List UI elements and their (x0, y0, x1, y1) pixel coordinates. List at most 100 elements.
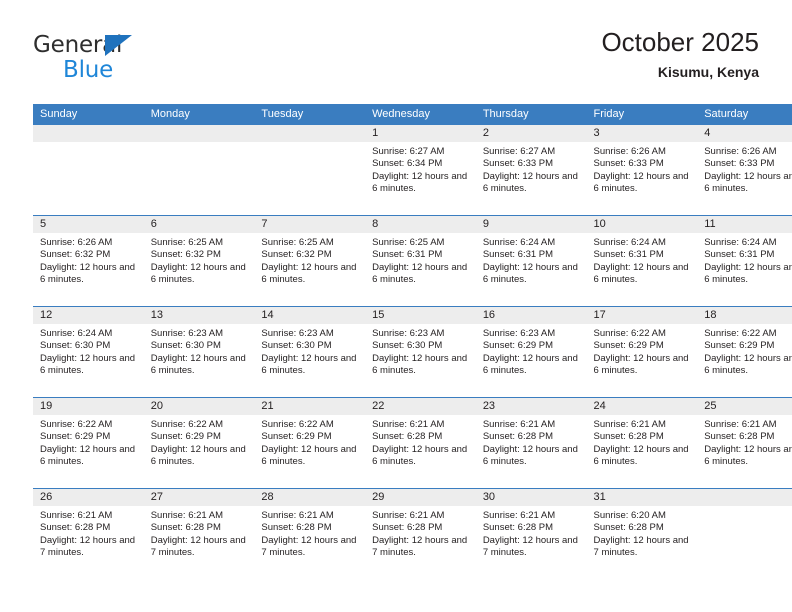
day-details: Sunrise: 6:22 AM Sunset: 6:29 PM Daylight:… (144, 415, 255, 469)
calendar-cell-day[interactable]: 13 Sunrise: 6:23 AM Sunset: 6:30 PM Dayligh… (143, 306, 255, 398)
daylight-text: Daylight: 12 hours and 7 minutes. (40, 534, 136, 559)
daylight-text: Daylight: 12 hours and 6 minutes. (593, 261, 689, 286)
day-details: Sunrise: 6:27 AM Sunset: 6:33 PM Daylight:… (476, 142, 587, 196)
calendar-cell-empty (33, 125, 144, 216)
day-box: 16 Sunrise: 6:23 AM Sunset: 6:29 PM Dayligh… (475, 307, 587, 397)
day-details: Sunrise: 6:20 AM Sunset: 6:28 PM Daylight:… (587, 506, 698, 560)
weekday-header-sunday: Sunday (33, 104, 144, 125)
weekday-header-tuesday: Tuesday (254, 104, 366, 125)
sunset-text: Sunset: 6:32 PM (150, 249, 221, 261)
calendar-cell-day[interactable]: 15 Sunrise: 6:23 AM Sunset: 6:30 PM Dayligh… (365, 306, 476, 398)
sunrise-text: Sunrise: 6:24 AM (482, 237, 556, 248)
day-box: 5 Sunrise: 6:26 AM Sunset: 6:32 PM Daylight… (33, 216, 144, 306)
day-details: Sunrise: 6:24 AM Sunset: 6:31 PM Daylight:… (587, 233, 698, 287)
calendar-cell-day[interactable]: 14 Sunrise: 6:23 AM Sunset: 6:30 PM Dayligh… (254, 306, 366, 398)
calendar-cell-day[interactable]: 24 Sunrise: 6:21 AM Sunset: 6:28 PM Dayligh… (586, 397, 698, 489)
calendar-week-row: 12 Sunrise: 6:24 AM Sunset: 6:30 PM Dayligh… (33, 306, 792, 398)
daylight-text: Daylight: 12 hours and 6 minutes. (593, 443, 689, 468)
sunrise-text: Sunrise: 6:24 AM (40, 328, 113, 339)
day-box: 22 Sunrise: 6:21 AM Sunset: 6:28 PM Dayligh… (365, 398, 476, 488)
day-number (33, 125, 144, 142)
day-box: 25 Sunrise: 6:21 AM Sunset: 6:28 PM Dayligh… (697, 398, 792, 488)
daylight-text: Daylight: 12 hours and 6 minutes. (150, 261, 246, 286)
day-details: Sunrise: 6:21 AM Sunset: 6:28 PM Daylight:… (587, 415, 698, 469)
day-number: 11 (697, 216, 792, 233)
page-subtitle-location: Kisumu, Kenya (657, 64, 759, 80)
day-details: Sunrise: 6:26 AM Sunset: 6:33 PM Daylight:… (587, 142, 698, 196)
day-details: Sunrise: 6:22 AM Sunset: 6:29 PM Daylight:… (587, 324, 698, 378)
calendar-cell-day[interactable]: 9 Sunrise: 6:24 AM Sunset: 6:31 PM Daylight… (475, 215, 587, 307)
day-box: 27 Sunrise: 6:21 AM Sunset: 6:28 PM Dayligh… (143, 489, 255, 579)
daylight-text: Daylight: 12 hours and 7 minutes. (261, 534, 357, 559)
calendar-cell-day[interactable]: 19 Sunrise: 6:22 AM Sunset: 6:29 PM Dayligh… (33, 397, 144, 489)
calendar-cell-day[interactable]: 20 Sunrise: 6:22 AM Sunset: 6:29 PM Dayligh… (143, 397, 255, 489)
day-number: 29 (365, 489, 476, 506)
calendar-cell-day[interactable]: 29 Sunrise: 6:21 AM Sunset: 6:28 PM Dayligh… (365, 488, 476, 579)
calendar-table: Sunday Monday Tuesday Wednesday Thursday Frid… (33, 104, 792, 579)
sunset-text: Sunset: 6:33 PM (704, 158, 775, 170)
sunrise-text: Sunrise: 6:26 AM (40, 237, 113, 248)
day-number: 9 (475, 216, 587, 233)
calendar-body: 1 Sunrise: 6:27 AM Sunset: 6:34 PM Daylight… (33, 125, 792, 579)
calendar-cell-day[interactable]: 17 Sunrise: 6:22 AM Sunset: 6:29 PM Dayligh… (586, 306, 698, 398)
calendar-cell-day[interactable]: 22 Sunrise: 6:21 AM Sunset: 6:28 PM Dayligh… (365, 397, 476, 489)
sunrise-text: Sunrise: 6:20 AM (593, 510, 666, 521)
calendar-cell-day[interactable]: 4 Sunrise: 6:26 AM Sunset: 6:33 PM Daylight… (697, 125, 792, 216)
sunset-text: Sunset: 6:30 PM (372, 340, 443, 352)
calendar-cell-day[interactable]: 8 Sunrise: 6:25 AM Sunset: 6:31 PM Daylight… (365, 215, 476, 307)
calendar-cell-day[interactable]: 2 Sunrise: 6:27 AM Sunset: 6:33 PM Daylight… (475, 125, 587, 216)
sunrise-text: Sunrise: 6:21 AM (372, 419, 445, 430)
sunset-text: Sunset: 6:30 PM (150, 340, 221, 352)
calendar-cell-day[interactable]: 23 Sunrise: 6:21 AM Sunset: 6:28 PM Dayligh… (475, 397, 587, 489)
calendar-cell-day[interactable]: 11 Sunrise: 6:24 AM Sunset: 6:31 PM Dayligh… (697, 215, 792, 307)
calendar-cell-day[interactable]: 28 Sunrise: 6:21 AM Sunset: 6:28 PM Dayligh… (254, 488, 366, 579)
calendar-cell-day[interactable]: 16 Sunrise: 6:23 AM Sunset: 6:29 PM Dayligh… (475, 306, 587, 398)
calendar-cell-day[interactable]: 27 Sunrise: 6:21 AM Sunset: 6:28 PM Dayligh… (143, 488, 255, 579)
sunset-text: Sunset: 6:32 PM (40, 249, 111, 261)
daylight-text: Daylight: 12 hours and 6 minutes. (593, 352, 689, 377)
day-number: 19 (33, 398, 144, 415)
day-number: 25 (697, 398, 792, 415)
calendar-cell-day[interactable]: 10 Sunrise: 6:24 AM Sunset: 6:31 PM Dayligh… (586, 215, 698, 307)
sunrise-text: Sunrise: 6:23 AM (150, 328, 224, 339)
day-number: 3 (586, 125, 698, 142)
calendar-cell-day[interactable]: 31 Sunrise: 6:20 AM Sunset: 6:28 PM Dayligh… (586, 488, 698, 579)
day-number: 27 (143, 489, 255, 506)
title-block: October 2025 Kisumu, Kenya (601, 26, 759, 81)
day-box: 14 Sunrise: 6:23 AM Sunset: 6:30 PM Dayligh… (254, 307, 366, 397)
sunrise-text: Sunrise: 6:23 AM (482, 328, 556, 339)
daylight-text: Daylight: 12 hours and 6 minutes. (150, 443, 246, 468)
day-number: 6 (143, 216, 255, 233)
calendar-cell-day[interactable]: 1 Sunrise: 6:27 AM Sunset: 6:34 PM Daylight… (365, 125, 476, 216)
calendar-cell-day[interactable]: 26 Sunrise: 6:21 AM Sunset: 6:28 PM Dayligh… (33, 488, 144, 579)
daylight-text: Daylight: 12 hours and 6 minutes. (40, 352, 136, 377)
calendar-cell-day[interactable]: 30 Sunrise: 6:21 AM Sunset: 6:28 PM Dayligh… (475, 488, 587, 579)
sunrise-text: Sunrise: 6:23 AM (372, 328, 445, 339)
sunrise-text: Sunrise: 6:22 AM (261, 419, 334, 430)
day-box (254, 125, 366, 215)
calendar-cell-day[interactable]: 7 Sunrise: 6:25 AM Sunset: 6:32 PM Daylight… (254, 215, 366, 307)
sunset-text: Sunset: 6:28 PM (482, 522, 554, 534)
day-details: Sunrise: 6:21 AM Sunset: 6:28 PM Daylight:… (33, 506, 144, 560)
day-details: Sunrise: 6:21 AM Sunset: 6:28 PM Daylight:… (697, 415, 792, 469)
calendar-cell-day[interactable]: 21 Sunrise: 6:22 AM Sunset: 6:29 PM Dayligh… (254, 397, 366, 489)
sunrise-text: Sunrise: 6:21 AM (40, 510, 113, 521)
sunrise-text: Sunrise: 6:27 AM (482, 146, 556, 157)
day-number: 4 (697, 125, 792, 142)
day-box: 20 Sunrise: 6:22 AM Sunset: 6:29 PM Dayligh… (143, 398, 255, 488)
generalblue-logo[interactable]: General Blue (33, 34, 253, 90)
calendar-cell-day[interactable]: 6 Sunrise: 6:25 AM Sunset: 6:32 PM Daylight… (143, 215, 255, 307)
sunset-text: Sunset: 6:28 PM (482, 431, 554, 443)
calendar-cell-day[interactable]: 18 Sunrise: 6:22 AM Sunset: 6:29 PM Dayligh… (697, 306, 792, 398)
sunrise-text: Sunrise: 6:22 AM (150, 419, 224, 430)
calendar-cell-day[interactable]: 5 Sunrise: 6:26 AM Sunset: 6:32 PM Daylight… (33, 215, 144, 307)
day-box: 15 Sunrise: 6:23 AM Sunset: 6:30 PM Dayligh… (365, 307, 476, 397)
calendar-cell-day[interactable]: 12 Sunrise: 6:24 AM Sunset: 6:30 PM Dayligh… (33, 306, 144, 398)
calendar-cell-day[interactable]: 3 Sunrise: 6:26 AM Sunset: 6:33 PM Daylight… (586, 125, 698, 216)
daylight-text: Daylight: 12 hours and 6 minutes. (372, 352, 468, 377)
day-box: 24 Sunrise: 6:21 AM Sunset: 6:28 PM Dayligh… (586, 398, 698, 488)
sunset-text: Sunset: 6:28 PM (593, 431, 664, 443)
sunrise-text: Sunrise: 6:26 AM (593, 146, 666, 157)
day-number: 24 (586, 398, 698, 415)
calendar-cell-day[interactable]: 25 Sunrise: 6:21 AM Sunset: 6:28 PM Dayligh… (697, 397, 792, 489)
